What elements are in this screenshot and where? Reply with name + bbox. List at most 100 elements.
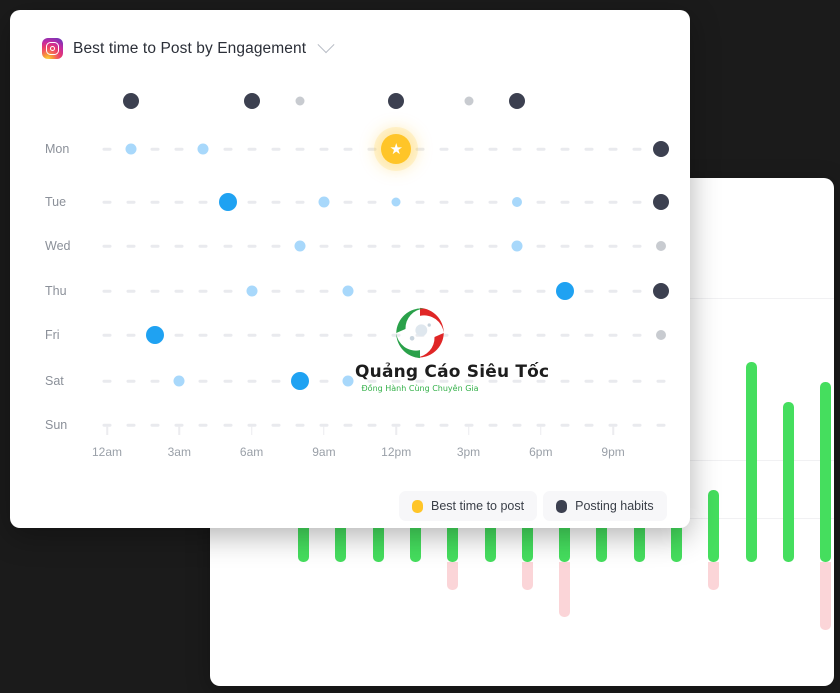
row-label-tue: Tue <box>45 195 67 209</box>
grid-dash <box>560 379 570 383</box>
grid-dash <box>247 333 257 337</box>
grid-dash <box>198 200 208 204</box>
heatmap-dot[interactable] <box>146 326 165 344</box>
bar-negative[interactable] <box>820 562 832 630</box>
grid-dash <box>247 200 257 204</box>
x-axis-tick <box>467 426 470 435</box>
heatmap-dot[interactable] <box>656 241 667 251</box>
heatmap-dot[interactable] <box>246 285 258 297</box>
grid-dash <box>488 423 498 427</box>
bar-negative[interactable] <box>559 562 571 617</box>
engagement-heatmap-card: Best time to Post by Engagement Mon Tue We… <box>10 10 690 528</box>
dark-swatch-icon <box>556 499 568 513</box>
heatmap-dot[interactable] <box>656 330 667 340</box>
grid-dash <box>271 200 281 204</box>
x-axis-label: 3am <box>167 445 191 459</box>
heatmap-dot[interactable] <box>295 96 305 106</box>
heatmap-dot[interactable] <box>123 93 140 109</box>
grid-dash <box>247 244 257 248</box>
legend-item-best-time[interactable]: Best time to post <box>399 491 538 521</box>
bar-positive[interactable] <box>820 382 832 562</box>
legend: Best time to post Posting habits <box>399 491 667 521</box>
grid-dash <box>560 147 570 151</box>
heatmap-dot[interactable] <box>653 194 670 210</box>
grid-dash <box>608 200 618 204</box>
heatmap-dot[interactable] <box>173 375 185 387</box>
grid-dash <box>464 379 473 383</box>
grid-dash <box>343 244 353 248</box>
grid-dash <box>415 423 425 427</box>
legend-item-posting-habits[interactable]: Posting habits <box>543 491 667 521</box>
grid-dash <box>367 147 377 151</box>
grid-dash <box>150 244 160 248</box>
grid-dash <box>295 147 305 151</box>
heatmap-dot[interactable] <box>555 282 574 300</box>
legend-label: Posting habits <box>575 499 654 513</box>
grid-dash <box>488 289 498 293</box>
bar-negative[interactable] <box>521 562 533 590</box>
grid-dash <box>464 200 473 204</box>
bar-positive[interactable] <box>708 490 720 562</box>
heatmap-dot[interactable] <box>653 141 670 157</box>
grid-dash <box>391 333 401 337</box>
grid-dash <box>584 147 594 151</box>
grid-dash <box>102 379 112 383</box>
grid-dash <box>391 379 401 383</box>
heatmap-dot[interactable] <box>342 375 354 387</box>
x-axis-tick <box>250 426 253 435</box>
grid-dash <box>247 379 257 383</box>
grid-dash <box>439 289 449 293</box>
grid-dash <box>584 244 594 248</box>
grid-dash <box>488 200 498 204</box>
heatmap-dot[interactable] <box>391 197 401 207</box>
row-label-fri: Fri <box>45 328 60 342</box>
grid-dash <box>512 333 522 337</box>
grid-dash <box>319 379 329 383</box>
x-axis-tick <box>323 426 325 435</box>
grid-dash <box>632 333 642 337</box>
grid-dash <box>367 289 377 293</box>
grid-dash <box>415 379 425 383</box>
heatmap-dot[interactable] <box>218 193 237 211</box>
heatmap-dot[interactable] <box>125 143 137 155</box>
grid-dash <box>464 333 473 337</box>
grid-dash <box>415 244 425 248</box>
heatmap-dot[interactable] <box>243 93 260 109</box>
heatmap-dot[interactable] <box>511 240 523 252</box>
heatmap-dot[interactable] <box>388 93 405 109</box>
grid-dash <box>198 244 208 248</box>
best-time-star-marker[interactable]: ★ <box>381 134 412 164</box>
grid-dash <box>150 289 160 293</box>
grid-dash <box>512 423 522 427</box>
grid-dash <box>512 379 522 383</box>
grid-dash <box>150 147 160 151</box>
grid-dash <box>223 379 232 383</box>
grid-dash <box>439 423 449 427</box>
row-label-sat: Sat <box>45 374 64 388</box>
heatmap-dot[interactable] <box>294 240 306 252</box>
heatmap-dot[interactable] <box>290 372 309 390</box>
grid-dash <box>584 379 594 383</box>
heatmap-dot[interactable] <box>508 93 525 109</box>
grid-dash <box>560 333 570 337</box>
bar-positive[interactable] <box>745 362 757 562</box>
heatmap-dot[interactable] <box>511 197 522 207</box>
grid-dash <box>102 147 112 151</box>
heatmap-dot[interactable] <box>342 285 354 297</box>
grid-dash <box>584 200 594 204</box>
heatmap-dot[interactable] <box>318 196 330 208</box>
bar-negative[interactable] <box>708 562 720 590</box>
heatmap-dot[interactable] <box>653 283 670 299</box>
grid-dash <box>536 244 546 248</box>
grid-dash <box>223 147 232 151</box>
grid-dash <box>439 147 449 151</box>
bar-positive[interactable] <box>782 402 794 562</box>
grid-dash <box>415 200 425 204</box>
x-axis-label: 12am <box>91 445 123 459</box>
grid-dash <box>632 147 642 151</box>
x-axis-label: 6pm <box>529 445 553 459</box>
x-axis-tick <box>395 426 397 435</box>
heatmap-dot[interactable] <box>197 143 209 155</box>
heatmap-dot[interactable] <box>464 96 473 106</box>
bar-negative[interactable] <box>447 562 459 590</box>
